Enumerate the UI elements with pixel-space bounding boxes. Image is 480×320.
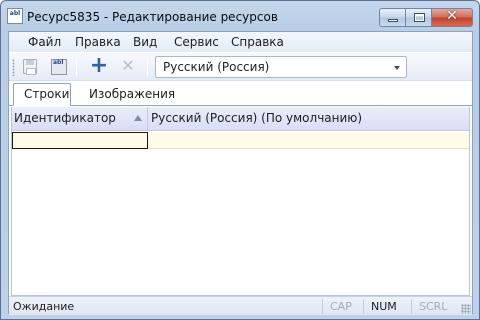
resource-grid: Идентификатор Русский (Россия) (По умолч…	[11, 107, 470, 296]
delete-button[interactable]: ✕	[117, 56, 139, 77]
minimize-icon	[388, 19, 398, 22]
scrl-indicator: SCRL	[419, 300, 448, 313]
add-button[interactable]: +	[88, 53, 110, 78]
size-grip-icon[interactable]	[461, 304, 471, 314]
add-icon: +	[89, 53, 109, 78]
title-bar[interactable]: abl Ресурс5835 - Редактирование ресурсов…	[1, 1, 479, 31]
menu-edit[interactable]: Правка	[75, 35, 121, 49]
delete-icon: ✕	[121, 56, 135, 75]
menu-help[interactable]: Справка	[231, 35, 284, 49]
language-select-value: Русский (Россия)	[163, 60, 270, 74]
client-area: Файл Правка Вид Сервис Справка abl + ✕ Р	[8, 31, 473, 315]
new-row[interactable]	[12, 132, 469, 149]
language-select[interactable]: Русский (Россия)	[155, 56, 407, 78]
toolbar-separator	[76, 58, 77, 76]
save-as-icon: abl	[51, 59, 67, 75]
caption-buttons: ✕	[379, 8, 473, 28]
tab-strings[interactable]: Строки	[13, 83, 71, 106]
save-as-icon-text: abl	[53, 59, 64, 66]
maximize-icon	[414, 13, 425, 22]
cell-identifier-input[interactable]	[12, 132, 148, 149]
cap-indicator: CAP	[330, 300, 352, 313]
chevron-down-icon[interactable]	[394, 66, 400, 70]
toolbar-separator	[147, 58, 148, 76]
num-indicator: NUM	[371, 300, 397, 313]
menu-file[interactable]: Файл	[28, 35, 61, 49]
status-bar: Ожидание CAP NUM SCRL	[9, 296, 472, 315]
save-button[interactable]	[19, 57, 41, 77]
status-separator	[411, 299, 412, 314]
close-button[interactable]: ✕	[431, 8, 473, 27]
save-icon	[23, 59, 37, 75]
save-as-button[interactable]: abl	[48, 57, 70, 77]
app-icon[interactable]: abl	[7, 8, 23, 24]
window-title: Ресурс5835 - Редактирование ресурсов	[27, 10, 278, 24]
column-divider[interactable]	[147, 107, 148, 131]
sort-ascending-icon	[134, 115, 142, 121]
maximize-button[interactable]	[405, 8, 431, 27]
status-separator	[363, 299, 364, 314]
cell-value-input[interactable]	[148, 132, 469, 149]
status-text: Ожидание	[13, 300, 75, 313]
column-header-value[interactable]: Русский (Россия) (По умолчанию)	[151, 111, 362, 125]
tab-images[interactable]: Изображения	[79, 84, 175, 106]
menu-view[interactable]: Вид	[133, 35, 157, 49]
app-window: abl Ресурс5835 - Редактирование ресурсов…	[0, 0, 480, 320]
column-header-identifier[interactable]: Идентификатор	[14, 111, 116, 125]
menu-tools[interactable]: Сервис	[174, 35, 219, 49]
tab-strip: Строки Изображения	[9, 82, 472, 106]
grid-header: Идентификатор Русский (Россия) (По умолч…	[12, 107, 469, 131]
toolbar: abl + ✕ Русский (Россия)	[9, 53, 472, 81]
status-separator	[322, 299, 323, 314]
toolbar-grip-icon[interactable]	[12, 59, 15, 76]
menu-bar: Файл Правка Вид Сервис Справка	[9, 32, 472, 52]
close-icon: ✕	[446, 8, 458, 24]
minimize-button[interactable]	[379, 8, 405, 27]
